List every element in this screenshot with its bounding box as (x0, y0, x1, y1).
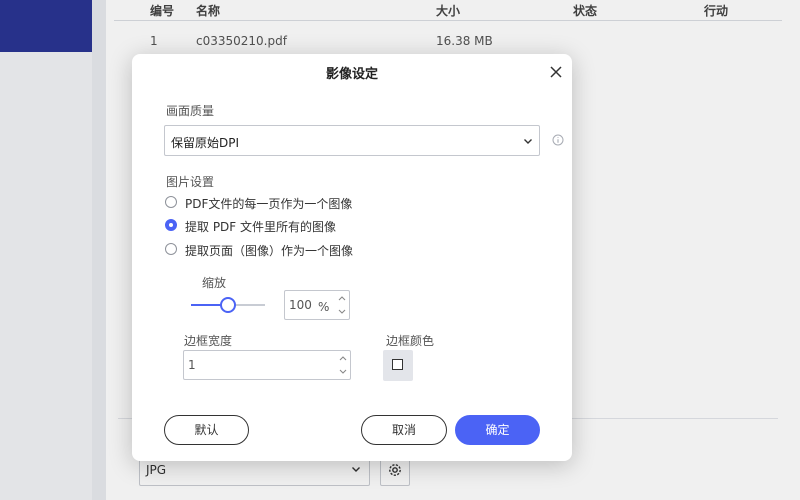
slider-thumb[interactable] (220, 297, 236, 313)
quality-label: 画面质量 (166, 104, 215, 118)
zoom-stepper[interactable]: 100 % (284, 290, 350, 320)
border-color-label: 边框颜色 (386, 334, 435, 348)
close-icon[interactable] (548, 64, 564, 80)
chevron-down-icon[interactable] (336, 365, 350, 379)
quality-select-value: 保留原始DPI (171, 136, 240, 150)
chevron-down-icon[interactable] (335, 305, 349, 319)
zoom-spinner[interactable] (335, 291, 349, 319)
quality-select[interactable]: 保留原始DPI (164, 125, 540, 156)
info-icon[interactable] (552, 134, 564, 146)
chevron-up-icon[interactable] (336, 351, 350, 365)
dialog-title: 影像设定 (325, 67, 378, 82)
default-button[interactable]: 默认 (164, 415, 249, 445)
radio-button[interactable] (165, 196, 177, 208)
radio-button[interactable] (165, 243, 177, 255)
border-width-value: 1 (188, 358, 196, 372)
chevron-up-icon[interactable] (335, 291, 349, 305)
border-width-spinner[interactable] (336, 351, 350, 379)
zoom-value: 100 (289, 298, 312, 312)
image-settings-label: 图片设置 (166, 175, 215, 189)
border-width-label: 边框宽度 (184, 334, 233, 348)
zoom-label: 缩放 (202, 276, 227, 290)
radio-label: 提取 PDF 文件里所有的图像 (185, 220, 337, 234)
radio-button-selected[interactable] (165, 219, 177, 231)
chevron-down-icon (523, 135, 533, 149)
cancel-button[interactable]: 取消 (361, 415, 447, 445)
border-width-stepper[interactable]: 1 (183, 350, 351, 380)
image-settings-dialog: 影像设定 画面质量 保留原始DPI 图片设置 PDF文件的每一页作为一个图像 提… (132, 54, 572, 461)
zoom-unit: % (318, 300, 330, 314)
border-color-swatch (392, 359, 403, 370)
radio-label: PDF文件的每一页作为一个图像 (185, 197, 353, 211)
confirm-button[interactable]: 确定 (455, 415, 540, 445)
zoom-slider[interactable] (191, 295, 265, 315)
radio-label: 提取页面（图像）作为一个图像 (185, 244, 354, 258)
border-color-picker[interactable] (383, 350, 413, 381)
